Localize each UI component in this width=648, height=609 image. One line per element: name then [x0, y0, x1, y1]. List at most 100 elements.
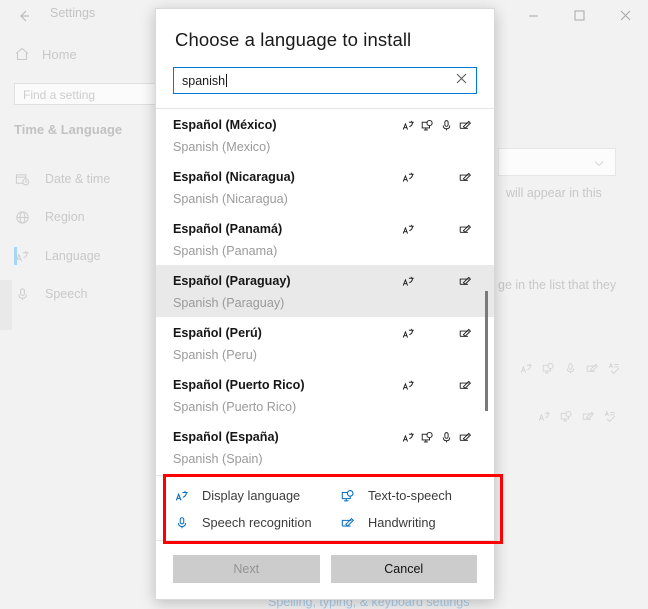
- list-item[interactable]: Español (Puerto Rico) Spanish (Puerto Ri…: [156, 369, 494, 421]
- legend-speech-recognition: Speech recognition: [173, 515, 339, 530]
- handwriting-icon: [456, 275, 475, 288]
- display-language-icon: [399, 379, 418, 392]
- handwriting-icon: [582, 410, 595, 423]
- capability-icon-placeholder: [418, 171, 437, 184]
- legend-label: Handwriting: [368, 515, 436, 530]
- scrollbar-thumb[interactable]: [485, 291, 488, 411]
- screen: Settings Home Find a setting Time & Lang…: [0, 0, 648, 609]
- list-item[interactable]: Español (Paraguay) Spanish (Paraguay): [156, 265, 494, 317]
- sidebar-item-speech[interactable]: Speech: [14, 281, 154, 307]
- legend-label: Text-to-speech: [368, 488, 452, 503]
- cancel-button[interactable]: Cancel: [330, 555, 477, 583]
- spellcheck-icon: [608, 362, 621, 375]
- microphone-icon: [564, 362, 577, 375]
- window-title: Settings: [50, 6, 96, 20]
- calendar-clock-icon: [14, 172, 31, 187]
- language-english-name: Spanish (Nicaragua): [173, 192, 288, 206]
- close-button[interactable]: [602, 0, 648, 30]
- sidebar-item-language[interactable]: Language: [14, 243, 154, 269]
- capability-legend: Display language Text-to-speech Speech r…: [156, 475, 494, 540]
- sidebar-selection-indicator: [14, 247, 17, 265]
- list-item[interactable]: Español (México) Spanish (Mexico): [156, 109, 494, 161]
- capability-icon-placeholder: [418, 275, 437, 288]
- display-language-icon: [399, 275, 418, 288]
- list-item[interactable]: Español (Perú) Spanish (Peru): [156, 317, 494, 369]
- capability-icons: [399, 171, 475, 184]
- capability-icons: [399, 275, 475, 288]
- capability-icons: [399, 379, 475, 392]
- display-language-icon: [399, 431, 418, 444]
- handwriting-icon: [456, 171, 475, 184]
- handwriting-icon: [456, 119, 475, 132]
- legend-handwriting: Handwriting: [339, 515, 477, 530]
- capability-icon-placeholder: [418, 223, 437, 236]
- microphone-icon: [437, 431, 456, 444]
- sidebar-item-label: Date & time: [45, 172, 111, 186]
- sidebar-item-label: Region: [45, 210, 85, 224]
- microphone-icon: [173, 516, 190, 530]
- language-list[interactable]: Español (México) Spanish (Mexico) Españo…: [156, 109, 494, 475]
- search-input-value: spanish: [182, 73, 226, 88]
- list-item[interactable]: Español (Nicaragua) Spanish (Nicaragua): [156, 161, 494, 213]
- nav-section-header: Time & Language: [14, 122, 123, 137]
- language-english-name: Spanish (Panama): [173, 244, 278, 258]
- globe-icon: [14, 210, 31, 225]
- language-search-input[interactable]: spanish: [173, 67, 477, 95]
- minimize-button[interactable]: [510, 0, 556, 30]
- capability-icon-placeholder: [437, 327, 456, 340]
- sidebar-item-label: Speech: [45, 287, 88, 301]
- dialog-title: Choose a language to install: [175, 29, 412, 50]
- capability-icons: [399, 327, 475, 340]
- find-a-setting-input[interactable]: Find a setting: [14, 83, 174, 105]
- language-english-name: Spanish (Puerto Rico): [173, 400, 297, 414]
- legend-text-to-speech: Text-to-speech: [339, 488, 477, 503]
- capability-icons: [399, 431, 475, 444]
- capability-icons: [399, 223, 475, 236]
- legend-display-language: Display language: [173, 488, 339, 503]
- chevron-down-icon: [593, 157, 605, 169]
- background-text-fragment: will appear in this: [506, 186, 602, 200]
- clear-search-icon[interactable]: [456, 73, 467, 84]
- list-item[interactable]: Español (España) Spanish (Spain): [156, 421, 494, 473]
- capability-icon-placeholder: [418, 379, 437, 392]
- background-capability-icons: [520, 362, 621, 375]
- legend-label: Display language: [202, 488, 301, 503]
- capability-icon-placeholder: [437, 223, 456, 236]
- display-language-icon: [399, 119, 418, 132]
- list-item[interactable]: Español (Panamá) Spanish (Panama): [156, 213, 494, 265]
- dialog-footer: Next Cancel: [156, 540, 494, 599]
- background-capability-icons: [538, 410, 617, 423]
- capability-icon-placeholder: [437, 171, 456, 184]
- display-language-icon: [399, 327, 418, 340]
- text-caret: [226, 74, 228, 88]
- display-language-icon: [399, 171, 418, 184]
- display-language-icon: [173, 489, 190, 503]
- next-button[interactable]: Next: [173, 555, 320, 583]
- sidebar-item-date-time[interactable]: Date & time: [14, 166, 154, 192]
- handwriting-icon: [586, 362, 599, 375]
- handwriting-icon: [456, 223, 475, 236]
- handwriting-icon: [456, 379, 475, 392]
- text-to-speech-icon: [542, 362, 555, 375]
- choose-language-dialog: Choose a language to install spanish Esp…: [155, 8, 495, 600]
- window-controls: [510, 0, 648, 30]
- language-english-name: Spanish (Paraguay): [173, 296, 285, 310]
- list-scrollbar[interactable]: [482, 109, 492, 475]
- sidebar-item-home[interactable]: Home: [14, 46, 77, 62]
- sidebar-item-label: Language: [45, 249, 101, 263]
- handwriting-icon: [339, 516, 356, 530]
- text-to-speech-icon: [339, 489, 356, 503]
- sidebar-item-region[interactable]: Region: [14, 204, 154, 230]
- background-dropdown[interactable]: [498, 148, 616, 176]
- capability-icon-placeholder: [437, 275, 456, 288]
- handwriting-icon: [456, 327, 475, 340]
- language-english-name: Spanish (Spain): [173, 452, 263, 466]
- display-language-icon: [399, 223, 418, 236]
- language-english-name: Spanish (Peru): [173, 348, 257, 362]
- capability-icon-placeholder: [418, 327, 437, 340]
- back-arrow-icon[interactable]: [12, 4, 36, 28]
- display-language-icon: [538, 410, 551, 423]
- background-panel-strip: [0, 280, 12, 330]
- handwriting-icon: [456, 431, 475, 444]
- maximize-button[interactable]: [556, 0, 602, 30]
